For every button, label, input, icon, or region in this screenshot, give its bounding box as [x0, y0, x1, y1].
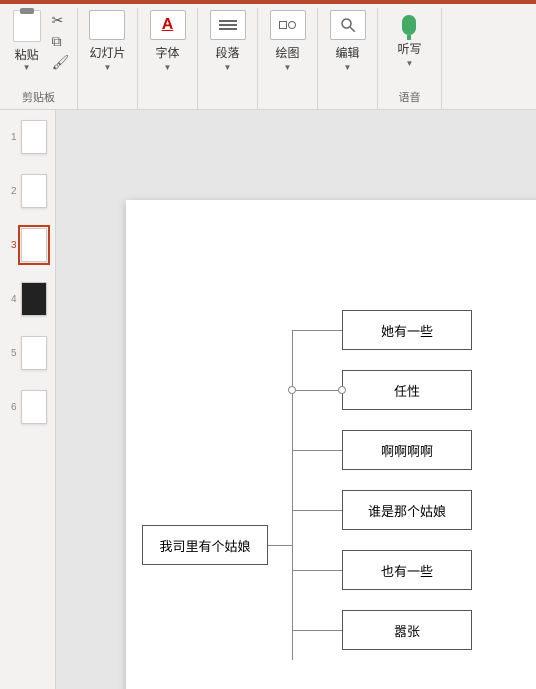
paragraph-icon	[219, 20, 237, 30]
slide-thumbnail[interactable]: 2	[9, 174, 47, 208]
paste-button[interactable]: 粘贴 ▼	[8, 10, 46, 72]
connector-line	[292, 630, 342, 631]
font-color-icon: A	[162, 16, 174, 34]
thumbnail-preview	[21, 120, 47, 154]
search-icon	[339, 16, 357, 34]
thumbnail-preview	[21, 336, 47, 370]
slide-thumbnail-panel: 1 2 3 4 5 6	[0, 110, 56, 689]
chevron-down-icon: ▼	[23, 63, 31, 72]
ribbon-group-paragraph: 段落 ▼	[198, 8, 258, 109]
paragraph-button[interactable]: 段落 ▼	[210, 10, 246, 72]
thumbnail-preview-selected	[21, 228, 47, 262]
slide[interactable]: 我司里有个姑娘 她有一些 任性 啊啊啊啊 谁是那个姑娘 也有一些 嚣张	[126, 200, 536, 689]
microphone-icon	[402, 15, 416, 35]
chevron-down-icon: ▼	[344, 63, 352, 72]
thumbnail-preview	[21, 390, 47, 424]
cut-icon[interactable]: ✂	[52, 12, 70, 29]
connector-line	[292, 390, 342, 391]
slides-label: 幻灯片	[89, 44, 125, 61]
ribbon-group-clipboard: 粘贴 ▼ ✂ ⧉ 🖌 剪贴板	[0, 8, 78, 109]
diagram-child-node[interactable]: 也有一些	[342, 550, 472, 590]
slide-canvas-area[interactable]: 我司里有个姑娘 她有一些 任性 啊啊啊啊 谁是那个姑娘 也有一些 嚣张	[56, 110, 536, 689]
paste-label: 粘贴	[15, 46, 39, 63]
ribbon-group-drawing: 绘图 ▼	[258, 8, 318, 109]
drawing-label: 绘图	[275, 44, 299, 61]
dictate-button[interactable]: 听写 ▼	[397, 10, 421, 68]
connector-line	[292, 330, 342, 331]
connector-handle[interactable]	[338, 386, 346, 394]
workspace: 1 2 3 4 5 6 我司里有个姑娘	[0, 110, 536, 689]
paragraph-label: 段落	[215, 44, 239, 61]
chevron-down-icon: ▼	[164, 63, 172, 72]
connector-line	[292, 510, 342, 511]
ribbon: 粘贴 ▼ ✂ ⧉ 🖌 剪贴板 幻灯片 ▼ A 字体 ▼ 段落	[0, 4, 536, 110]
dictate-label: 听写	[397, 40, 421, 57]
connector-line	[292, 570, 342, 571]
diagram-child-node[interactable]: 任性	[342, 370, 472, 410]
chevron-down-icon: ▼	[104, 63, 112, 72]
slide-thumbnail[interactable]: 6	[9, 390, 47, 424]
slide-thumbnail[interactable]: 1	[9, 120, 47, 154]
slide-icon	[89, 10, 125, 40]
connector-line	[292, 450, 342, 451]
editing-button[interactable]: 编辑 ▼	[330, 10, 366, 72]
diagram-child-node[interactable]: 啊啊啊啊	[342, 430, 472, 470]
format-painter-icon[interactable]: 🖌	[52, 54, 70, 71]
slide-thumbnail[interactable]: 4	[9, 282, 47, 316]
diagram-root-node[interactable]: 我司里有个姑娘	[142, 525, 268, 565]
group-label-clipboard: 剪贴板	[22, 89, 55, 105]
chevron-down-icon: ▼	[406, 59, 414, 68]
ribbon-group-editing: 编辑 ▼	[318, 8, 378, 109]
connector-line	[268, 545, 292, 546]
font-label: 字体	[155, 44, 179, 61]
new-slide-button[interactable]: 幻灯片 ▼	[89, 10, 125, 72]
ribbon-group-font: A 字体 ▼	[138, 8, 198, 109]
ribbon-group-slides: 幻灯片 ▼	[78, 8, 138, 109]
drawing-button[interactable]: 绘图 ▼	[270, 10, 306, 72]
chevron-down-icon: ▼	[284, 63, 292, 72]
diagram-child-node[interactable]: 谁是那个姑娘	[342, 490, 472, 530]
diagram-child-node[interactable]: 嚣张	[342, 610, 472, 650]
chevron-down-icon: ▼	[224, 63, 232, 72]
font-button[interactable]: A 字体 ▼	[150, 10, 186, 72]
editing-label: 编辑	[335, 44, 359, 61]
shapes-icon	[279, 21, 296, 29]
ribbon-group-voice: 听写 ▼ 语音	[378, 8, 442, 109]
slide-thumbnail[interactable]: 5	[9, 336, 47, 370]
thumbnail-preview	[21, 282, 47, 316]
slide-thumbnail[interactable]: 3	[9, 228, 47, 262]
connector-line	[292, 330, 293, 660]
group-label-voice: 语音	[399, 89, 421, 105]
copy-icon[interactable]: ⧉	[52, 33, 70, 50]
clipboard-icon	[13, 10, 41, 42]
diagram-child-node[interactable]: 她有一些	[342, 310, 472, 350]
thumbnail-preview	[21, 174, 47, 208]
connector-handle[interactable]	[288, 386, 296, 394]
